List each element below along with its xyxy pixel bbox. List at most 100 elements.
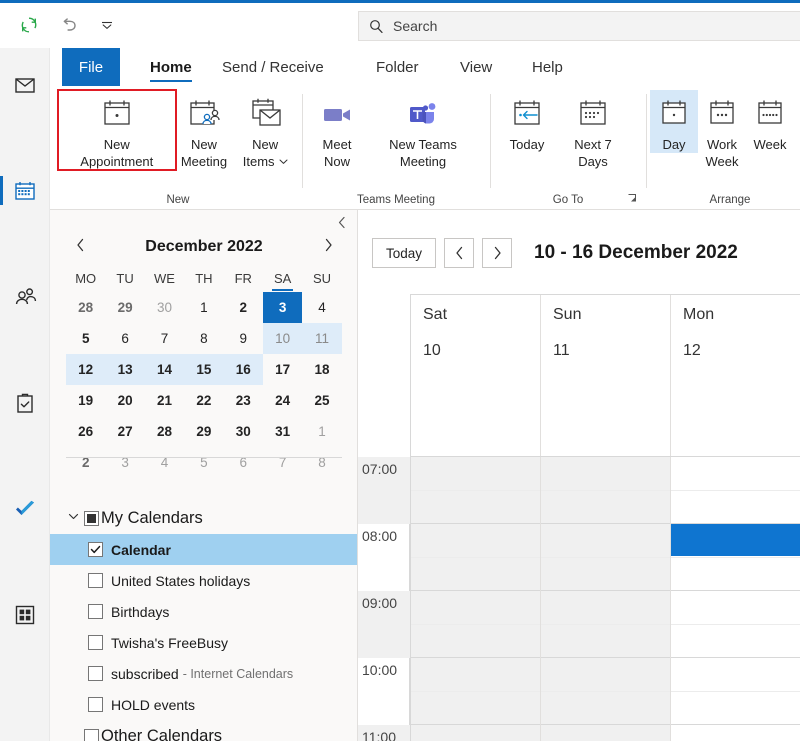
today-button[interactable]: Today: [372, 238, 437, 268]
new-teams-meeting-button[interactable]: New Teams Meeting: [368, 90, 478, 170]
time-slot[interactable]: [671, 558, 800, 591]
day-column[interactable]: [540, 457, 670, 741]
today-button[interactable]: Today: [494, 90, 560, 153]
nav-item-calendar[interactable]: [0, 164, 50, 217]
time-slot[interactable]: [541, 725, 670, 741]
day-column[interactable]: [670, 457, 800, 741]
mini-calendar-day[interactable]: 20: [105, 385, 144, 416]
tab-folder[interactable]: Folder: [362, 48, 433, 86]
day-column[interactable]: [410, 457, 540, 741]
mini-calendar-day[interactable]: 3: [105, 447, 144, 478]
mini-calendar-next-button[interactable]: [314, 238, 342, 256]
time-slot[interactable]: [671, 491, 800, 524]
mini-calendar-day[interactable]: 4: [145, 447, 184, 478]
customize-quick-access-toolbar-button[interactable]: [92, 11, 122, 39]
calendar-list-item[interactable]: United States holidays: [50, 565, 357, 596]
nav-item-to-do[interactable]: [0, 482, 50, 535]
calendar-list-item[interactable]: subscribed - Internet Calendars: [50, 658, 357, 689]
mini-calendar-day[interactable]: 24: [263, 385, 302, 416]
time-slot[interactable]: [541, 491, 670, 524]
collapse-folder-pane-button[interactable]: [337, 216, 347, 231]
day-header[interactable]: Mon: [670, 295, 800, 334]
mini-calendar-day[interactable]: 23: [224, 385, 263, 416]
time-slot[interactable]: [671, 725, 800, 741]
mini-calendar-day[interactable]: 11: [302, 323, 342, 354]
day-view-button[interactable]: Day: [650, 90, 698, 153]
new-meeting-button[interactable]: New Meeting: [176, 90, 233, 170]
time-slot[interactable]: [671, 692, 800, 725]
chevron-down-icon[interactable]: [68, 511, 84, 525]
previous-period-button[interactable]: [444, 238, 474, 268]
mini-calendar-day[interactable]: 9: [224, 323, 263, 354]
time-slot[interactable]: [541, 692, 670, 725]
time-slot[interactable]: [411, 692, 540, 725]
time-slot[interactable]: [541, 558, 670, 591]
mini-calendar-day[interactable]: 28: [66, 292, 105, 323]
tab-help[interactable]: Help: [518, 48, 577, 86]
meet-now-button[interactable]: Meet Now: [306, 90, 368, 170]
calendar-list-item[interactable]: HOLD events: [50, 689, 357, 720]
new-items-button[interactable]: New Items: [232, 90, 298, 170]
mini-calendar-day[interactable]: 27: [105, 416, 144, 447]
mini-calendar-day[interactable]: 14: [144, 354, 185, 385]
mini-calendar-day[interactable]: 1: [302, 416, 341, 447]
mini-calendar-day[interactable]: 5: [66, 323, 105, 354]
calendar-group-checkbox[interactable]: [84, 510, 99, 526]
mini-calendar-day[interactable]: 26: [66, 416, 105, 447]
mini-calendar-day[interactable]: 30: [224, 416, 263, 447]
time-slot[interactable]: [411, 558, 540, 591]
mini-calendar-day[interactable]: 4: [302, 292, 341, 323]
search-input[interactable]: Search: [358, 11, 800, 41]
next-period-button[interactable]: [482, 238, 512, 268]
calendar-checkbox[interactable]: [88, 604, 103, 619]
calendar-checkbox[interactable]: [88, 666, 103, 681]
mini-calendar-day[interactable]: 15: [184, 354, 224, 385]
calendar-list-item[interactable]: Twisha's FreeBusy: [50, 627, 357, 658]
day-header[interactable]: Sun: [540, 295, 670, 334]
time-slot[interactable]: [541, 457, 670, 491]
calendar-list-item[interactable]: Birthdays: [50, 596, 357, 627]
time-slot[interactable]: [541, 658, 670, 692]
mini-calendar-day[interactable]: 29: [105, 292, 144, 323]
time-slot[interactable]: [411, 491, 540, 524]
mini-calendar-day[interactable]: 29: [184, 416, 223, 447]
time-slot[interactable]: [541, 591, 670, 625]
mini-calendar-day[interactable]: 6: [105, 323, 144, 354]
month-view-button[interactable]: Month: [794, 90, 800, 153]
time-slot[interactable]: [411, 591, 540, 625]
time-slot[interactable]: [541, 625, 670, 658]
time-slot[interactable]: [411, 725, 540, 741]
mini-calendar-day[interactable]: 3: [262, 292, 303, 323]
new-appointment-button[interactable]: New Appointment: [57, 89, 177, 171]
mini-calendar-day[interactable]: 21: [145, 385, 184, 416]
mini-calendar-day[interactable]: 28: [145, 416, 184, 447]
tab-home[interactable]: Home: [136, 48, 206, 86]
tab-file[interactable]: File: [62, 48, 120, 86]
time-slot[interactable]: [671, 457, 800, 491]
mini-calendar-day[interactable]: 6: [224, 447, 263, 478]
work-week-view-button[interactable]: Work Week: [698, 90, 746, 170]
calendar-checkbox[interactable]: [88, 542, 103, 557]
time-slot[interactable]: [671, 658, 800, 692]
time-slot[interactable]: [671, 625, 800, 658]
calendar-checkbox[interactable]: [88, 697, 103, 712]
tab-view[interactable]: View: [446, 48, 506, 86]
time-slot[interactable]: [671, 591, 800, 625]
time-slot[interactable]: [411, 457, 540, 491]
mini-calendar-day[interactable]: 13: [105, 354, 145, 385]
all-day-cell[interactable]: 11: [540, 334, 670, 456]
mini-calendar-day[interactable]: 2: [66, 447, 105, 478]
mini-calendar-day[interactable]: 8: [184, 323, 223, 354]
mini-calendar-day[interactable]: 5: [184, 447, 223, 478]
nav-item-mail[interactable]: [0, 58, 50, 111]
mini-calendar-prev-button[interactable]: [66, 238, 94, 256]
calendar-checkbox[interactable]: [88, 573, 103, 588]
calendar-group-header[interactable]: Other Calendars: [50, 720, 357, 741]
time-slot[interactable]: [411, 658, 540, 692]
mini-calendar-day[interactable]: 7: [145, 323, 184, 354]
mini-calendar-day[interactable]: 22: [184, 385, 223, 416]
week-view-button[interactable]: Week: [746, 90, 794, 153]
all-day-cell[interactable]: 10: [410, 334, 540, 456]
mini-calendar-day[interactable]: 1: [184, 292, 223, 323]
calendar-group-checkbox[interactable]: [84, 728, 99, 741]
